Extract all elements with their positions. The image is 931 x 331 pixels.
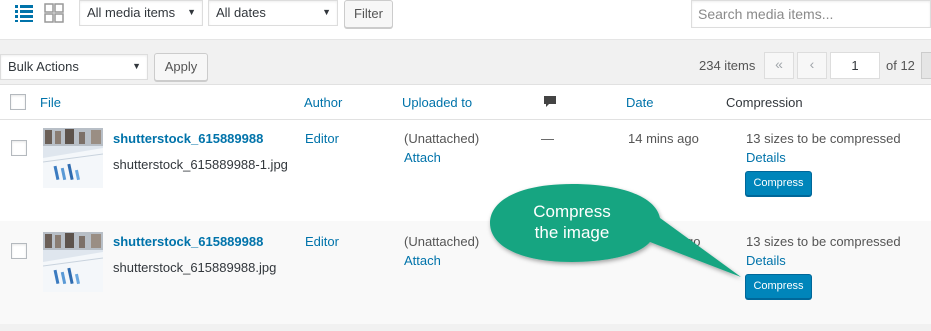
compression-status: 13 sizes to be compressed: [746, 131, 901, 146]
column-compression: Compression: [726, 95, 803, 110]
attach-link[interactable]: Attach: [404, 150, 441, 165]
bulk-actions-select-value: Bulk Actions: [8, 59, 79, 74]
chevron-down-icon: ▼: [322, 7, 331, 17]
date-filter-select[interactable]: All dates ▼: [208, 0, 338, 26]
callout-text: Compress the image: [512, 201, 632, 243]
search-input[interactable]: Search media items...: [691, 0, 931, 28]
upload-date: 14 mins ago: [628, 131, 699, 146]
row-checkbox[interactable]: [11, 243, 27, 259]
author-link[interactable]: Editor: [305, 234, 339, 249]
attach-link[interactable]: Attach: [404, 253, 441, 268]
date-filter-select-value: All dates: [216, 5, 266, 20]
compression-status: 13 sizes to be compressed: [746, 234, 901, 249]
upload-date: go: [686, 234, 701, 249]
prev-page-button[interactable]: ‹: [797, 52, 827, 79]
details-link[interactable]: Details: [746, 150, 786, 165]
filter-button[interactable]: Filter: [344, 0, 393, 28]
details-link[interactable]: Details: [746, 253, 786, 268]
column-uploaded-to[interactable]: Uploaded to: [402, 95, 472, 110]
column-author[interactable]: Author: [304, 95, 342, 110]
apply-button[interactable]: Apply: [154, 53, 208, 81]
author-link[interactable]: Editor: [305, 131, 339, 146]
chevron-down-icon: ▼: [187, 7, 196, 17]
media-type-select[interactable]: All media items ▼: [79, 0, 203, 26]
column-date[interactable]: Date: [626, 95, 653, 110]
file-name: shutterstock_615889988-1.jpg: [113, 157, 288, 172]
file-title-link[interactable]: shutterstock_615889988: [113, 131, 263, 146]
uploaded-to-status: (Unattached): [404, 131, 480, 146]
grid-view-icon[interactable]: [44, 3, 64, 23]
chevron-down-icon: ▼: [132, 61, 141, 71]
file-title-link[interactable]: shutterstock_615889988: [113, 234, 263, 249]
file-name: shutterstock_615889988.jpg: [113, 260, 277, 275]
uploaded-to-status: (Unattached): [404, 234, 480, 249]
compress-button[interactable]: Compress: [745, 274, 812, 299]
bulk-actions-select[interactable]: Bulk Actions ▼: [0, 54, 148, 80]
first-page-button[interactable]: «: [764, 52, 794, 79]
current-page-input[interactable]: 1: [830, 52, 880, 79]
items-count: 234 items: [699, 58, 756, 73]
next-page-button[interactable]: [921, 52, 931, 79]
column-file[interactable]: File: [40, 95, 61, 110]
row-checkbox[interactable]: [11, 140, 27, 156]
compress-button[interactable]: Compress: [745, 171, 812, 196]
list-view-icon[interactable]: [14, 3, 34, 23]
callout-line-1: Compress: [533, 202, 611, 221]
comment-icon[interactable]: [543, 95, 557, 109]
media-thumbnail[interactable]: [43, 232, 103, 292]
select-all-checkbox[interactable]: [10, 94, 26, 110]
comments-count: —: [541, 131, 554, 146]
total-pages: of 12: [886, 58, 915, 73]
media-thumbnail[interactable]: [43, 128, 103, 188]
callout-line-2: the image: [534, 223, 610, 242]
media-type-select-value: All media items: [87, 5, 176, 20]
table-footer-strip: [0, 324, 931, 331]
